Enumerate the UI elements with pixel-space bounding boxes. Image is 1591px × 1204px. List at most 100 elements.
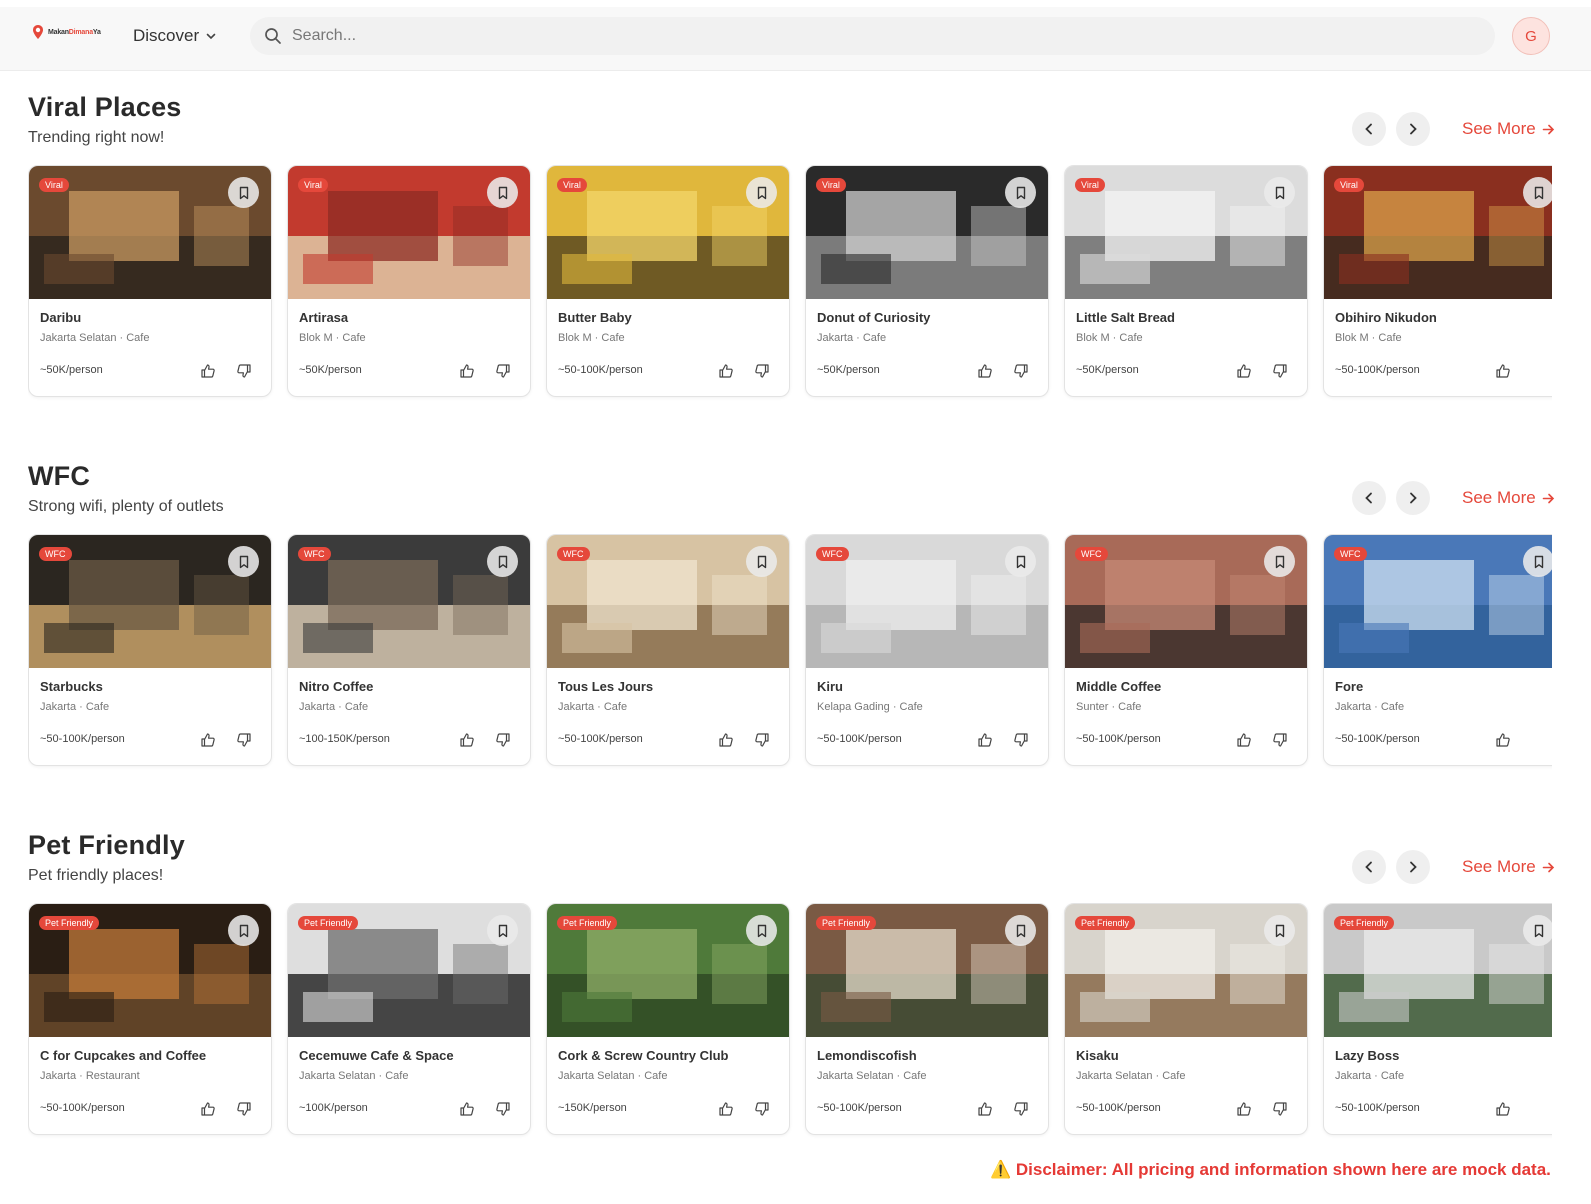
place-card[interactable]: WFC Nitro Coffee Jakarta · Cafe ~100-150K/p… xyxy=(287,534,531,766)
thumbs-up-icon xyxy=(1496,1102,1510,1116)
place-card[interactable]: Viral Donut of Curiosity Jakarta · Cafe ~50… xyxy=(805,165,1049,397)
carousel-prev-button[interactable] xyxy=(1352,850,1386,884)
like-button[interactable] xyxy=(717,1100,735,1118)
bookmark-button[interactable] xyxy=(1264,177,1295,208)
place-card[interactable]: Pet Friendly Kisaku Jakarta Selatan · Cafe… xyxy=(1064,903,1308,1135)
arrow-right-icon xyxy=(1542,862,1554,872)
dislike-button[interactable] xyxy=(1012,731,1030,749)
like-button[interactable] xyxy=(1494,1100,1512,1118)
search-bar[interactable] xyxy=(250,17,1495,55)
like-button[interactable] xyxy=(458,362,476,380)
place-card[interactable]: Pet Friendly Cork & Screw Country Club Jak… xyxy=(546,903,790,1135)
bookmark-button[interactable] xyxy=(1523,915,1552,946)
bookmark-button[interactable] xyxy=(746,177,777,208)
like-button[interactable] xyxy=(458,731,476,749)
bookmark-button[interactable] xyxy=(1523,177,1552,208)
place-card[interactable]: Viral Artirasa Blok M · Cafe ~50K/person xyxy=(287,165,531,397)
see-more-link[interactable]: See More xyxy=(1462,857,1555,877)
dislike-button[interactable] xyxy=(235,362,253,380)
disclaimer-text: ⚠️ Disclaimer: All pricing and informati… xyxy=(990,1160,1551,1179)
like-button[interactable] xyxy=(1235,1100,1253,1118)
bookmark-button[interactable] xyxy=(746,915,777,946)
like-button[interactable] xyxy=(199,362,217,380)
bookmark-button[interactable] xyxy=(1264,546,1295,577)
bookmark-button[interactable] xyxy=(228,546,259,577)
dislike-button[interactable] xyxy=(753,731,771,749)
like-button[interactable] xyxy=(1494,362,1512,380)
card-carousel[interactable]: WFC Starbucks Jakarta · Cafe ~50-100K/perso… xyxy=(28,534,1552,770)
like-button[interactable] xyxy=(976,362,994,380)
thumbs-down-icon xyxy=(1014,1102,1028,1116)
place-card[interactable]: WFC Fore Jakarta · Cafe ~50-100K/person xyxy=(1323,534,1552,766)
card-carousel[interactable]: Viral Daribu Jakarta Selatan · Cafe ~50K/pe… xyxy=(28,165,1552,401)
place-card[interactable]: WFC Middle Coffee Sunter · Cafe ~50-100K/pe… xyxy=(1064,534,1308,766)
place-card[interactable]: Pet Friendly C for Cupcakes and Coffee Jak… xyxy=(28,903,272,1135)
carousel-prev-button[interactable] xyxy=(1352,112,1386,146)
like-button[interactable] xyxy=(1235,362,1253,380)
like-button[interactable] xyxy=(458,1100,476,1118)
dislike-button[interactable] xyxy=(753,362,771,380)
place-name: Kiru xyxy=(817,679,843,694)
see-more-link[interactable]: See More xyxy=(1462,488,1555,508)
place-location-category: Blok M · Cafe xyxy=(1076,332,1143,344)
search-icon xyxy=(265,28,281,44)
bookmark-button[interactable] xyxy=(487,177,518,208)
place-card[interactable]: Pet Friendly Lemondiscofish Jakarta Selata… xyxy=(805,903,1049,1135)
see-more-link[interactable]: See More xyxy=(1462,119,1555,139)
user-avatar[interactable]: G xyxy=(1512,17,1550,55)
like-button[interactable] xyxy=(199,1100,217,1118)
dislike-button[interactable] xyxy=(1271,1100,1289,1118)
bookmark-button[interactable] xyxy=(746,546,777,577)
bookmark-button[interactable] xyxy=(228,915,259,946)
bookmark-button[interactable] xyxy=(487,546,518,577)
like-button[interactable] xyxy=(1494,731,1512,749)
bookmark-button[interactable] xyxy=(487,915,518,946)
dislike-button[interactable] xyxy=(753,1100,771,1118)
dislike-button[interactable] xyxy=(494,731,512,749)
dislike-button[interactable] xyxy=(235,731,253,749)
bookmark-icon xyxy=(757,186,766,199)
bookmark-button[interactable] xyxy=(228,177,259,208)
map-pin-icon xyxy=(30,24,46,40)
discover-dropdown[interactable]: Discover xyxy=(133,26,217,46)
place-card[interactable]: Viral Butter Baby Blok M · Cafe ~50-100K/pe… xyxy=(546,165,790,397)
like-button[interactable] xyxy=(717,731,735,749)
place-name: Lemondiscofish xyxy=(817,1048,917,1063)
like-button[interactable] xyxy=(976,731,994,749)
carousel-next-button[interactable] xyxy=(1396,850,1430,884)
dislike-button[interactable] xyxy=(494,1100,512,1118)
like-button[interactable] xyxy=(717,362,735,380)
carousel-next-button[interactable] xyxy=(1396,112,1430,146)
bookmark-button[interactable] xyxy=(1005,915,1036,946)
place-card[interactable]: Pet Friendly Lazy Boss Jakarta · Cafe ~50-1… xyxy=(1323,903,1552,1135)
logo[interactable]: MakanDimanaYa xyxy=(30,24,101,40)
bookmark-button[interactable] xyxy=(1005,177,1036,208)
place-card[interactable]: WFC Kiru Kelapa Gading · Cafe ~50-100K/pers… xyxy=(805,534,1049,766)
like-button[interactable] xyxy=(976,1100,994,1118)
place-card[interactable]: Viral Little Salt Bread Blok M · Cafe ~50K/… xyxy=(1064,165,1308,397)
carousel-prev-button[interactable] xyxy=(1352,481,1386,515)
like-button[interactable] xyxy=(1235,731,1253,749)
place-card[interactable]: Pet Friendly Cecemuwe Cafe & Space Jakarta… xyxy=(287,903,531,1135)
place-card[interactable]: Viral Obihiro Nikudon Blok M · Cafe ~50-100… xyxy=(1323,165,1552,397)
place-location-category: Kelapa Gading · Cafe xyxy=(817,701,923,713)
card-carousel[interactable]: Pet Friendly C for Cupcakes and Coffee Jak… xyxy=(28,903,1552,1139)
bookmark-button[interactable] xyxy=(1264,915,1295,946)
bookmark-button[interactable] xyxy=(1523,546,1552,577)
dislike-button[interactable] xyxy=(235,1100,253,1118)
dislike-button[interactable] xyxy=(494,362,512,380)
like-button[interactable] xyxy=(199,731,217,749)
place-card[interactable]: Viral Daribu Jakarta Selatan · Cafe ~50K/pe… xyxy=(28,165,272,397)
place-card[interactable]: WFC Starbucks Jakarta · Cafe ~50-100K/perso… xyxy=(28,534,272,766)
dislike-button[interactable] xyxy=(1271,731,1289,749)
dislike-button[interactable] xyxy=(1012,1100,1030,1118)
place-location-category: Jakarta · Cafe xyxy=(558,701,628,713)
search-input[interactable] xyxy=(292,27,1442,45)
place-location-category: Jakarta · Cafe xyxy=(40,701,110,713)
bookmark-button[interactable] xyxy=(1005,546,1036,577)
dislike-button[interactable] xyxy=(1012,362,1030,380)
carousel-next-button[interactable] xyxy=(1396,481,1430,515)
chevron-left-icon xyxy=(1365,861,1372,873)
dislike-button[interactable] xyxy=(1271,362,1289,380)
place-card[interactable]: WFC Tous Les Jours Jakarta · Cafe ~50-100K/… xyxy=(546,534,790,766)
